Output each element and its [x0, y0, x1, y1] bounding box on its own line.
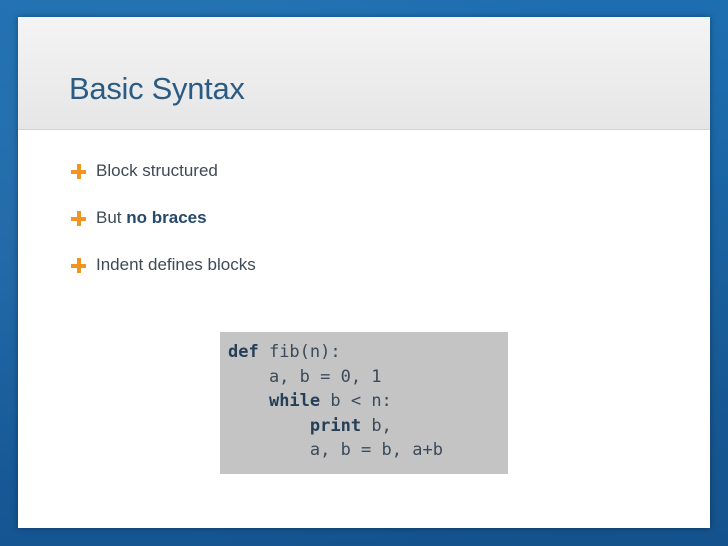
code-text: b < n:	[320, 391, 392, 411]
code-keyword: def	[228, 342, 259, 362]
slide-content-panel: Basic Syntax Block structured But no bra…	[18, 17, 710, 528]
code-keyword: print	[309, 415, 362, 436]
bullet-text: Block structured	[96, 161, 218, 180]
code-keyword: while	[268, 391, 321, 411]
slide-title: Basic Syntax	[69, 71, 245, 106]
plus-icon	[71, 258, 86, 273]
bullet-text-emphasis: no braces	[126, 208, 207, 227]
code-line-4: print b,	[228, 414, 508, 439]
code-line-1: def fib(n):	[228, 340, 508, 365]
bullet-item-block-structured: Block structured	[69, 159, 256, 183]
title-band: Basic Syntax	[18, 17, 710, 130]
code-line-2: a, b = 0, 1	[228, 366, 382, 387]
bullet-list: Block structured But no braces Indent de…	[69, 159, 256, 300]
plus-icon	[71, 211, 86, 226]
code-line-3: while b < n:	[228, 389, 508, 414]
code-text: fib(n):	[258, 342, 341, 362]
bullet-item-indent: Indent defines blocks	[69, 253, 256, 277]
bullet-text: Indent defines blocks	[96, 255, 256, 274]
code-text: b,	[361, 415, 392, 436]
bullet-text-prefix: But	[96, 208, 127, 227]
bullet-item-no-braces: But no braces	[69, 206, 256, 230]
code-line-5: a, b = b, a+b	[228, 440, 443, 460]
plus-icon	[71, 164, 86, 179]
code-block: def fib(n): a, b = 0, 1 while b < n: pri…	[220, 332, 508, 474]
